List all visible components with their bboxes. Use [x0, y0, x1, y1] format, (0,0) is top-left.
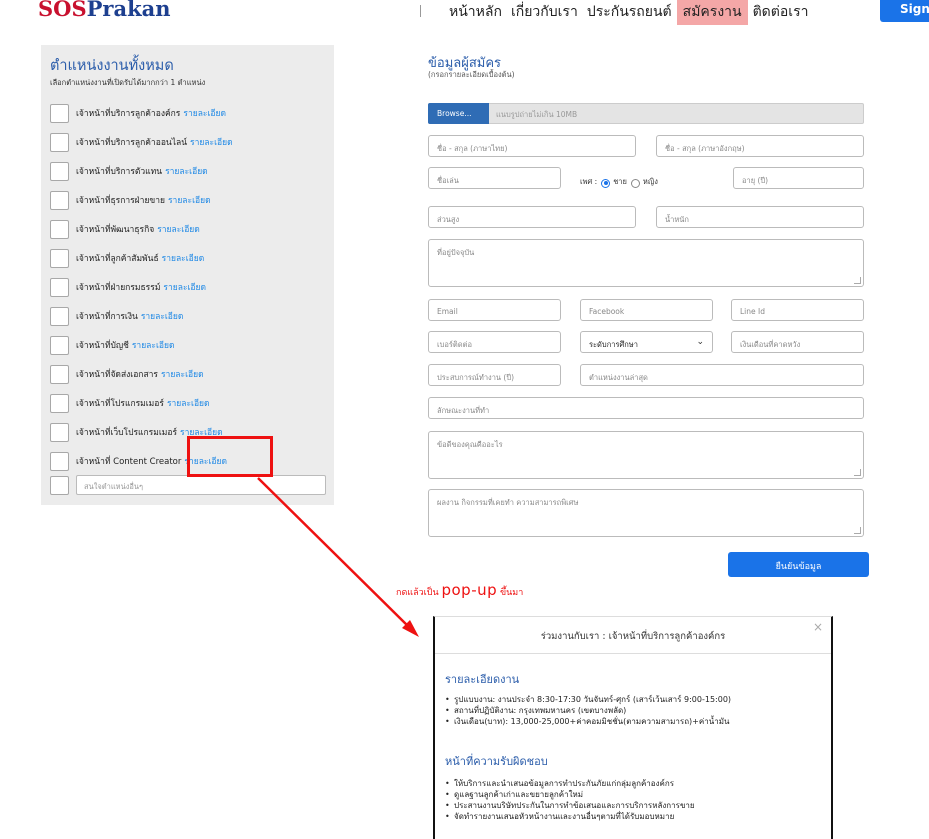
responsibilities-heading: หน้าที่ความรับผิดชอบ	[445, 755, 548, 768]
job-detail-modal: ร่วมงานกับเรา : เจ้าหน้าที่บริการลูกค้าอ…	[433, 616, 833, 839]
modal-header: ร่วมงานกับเรา : เจ้าหน้าที่บริการลูกค้าอ…	[435, 617, 831, 654]
close-icon[interactable]: ×	[813, 620, 823, 634]
list-item: ประสานงานบริษัทประกันในการทำข้อเสนอและกา…	[445, 799, 695, 810]
annotation-text-b: ขึ้นมา	[497, 588, 524, 598]
list-item: ดูแลฐานลูกค้าเก่าและขยายลูกค้าใหม่	[445, 788, 695, 799]
annotation-text-a: กดแล้วเป็น	[396, 588, 442, 598]
modal-title: ร่วมงานกับเรา : เจ้าหน้าที่บริการลูกค้าอ…	[540, 631, 726, 642]
job-details-heading: รายละเอียดงาน	[445, 673, 520, 686]
list-item: สถานที่ปฏิบัติงาน: กรุงเทพมหานคร (เขตบาง…	[445, 704, 731, 715]
list-item: ให้บริการและนำเสนอข้อมูลการทำประกันภัยแก…	[445, 777, 695, 788]
annotation-text: กดแล้วเป็น pop-up ขึ้นมา	[396, 581, 523, 599]
list-item: เงินเดือน(บาท): 13,000-25,000+ค่าคอมมิชช…	[445, 715, 731, 726]
list-item: จัดทำรายงานเสนอหัวหน้างานและงานอื่นๆตามท…	[445, 810, 695, 821]
job-details-list: รูปแบบงาน: งานประจำ 8:30-17:30 วันจันทร์…	[445, 693, 731, 726]
list-item: รูปแบบงาน: งานประจำ 8:30-17:30 วันจันทร์…	[445, 693, 731, 704]
annotation-text-popup: pop-up	[441, 581, 498, 599]
responsibilities-list: ให้บริการและนำเสนอข้อมูลการทำประกันภัยแก…	[445, 777, 695, 821]
